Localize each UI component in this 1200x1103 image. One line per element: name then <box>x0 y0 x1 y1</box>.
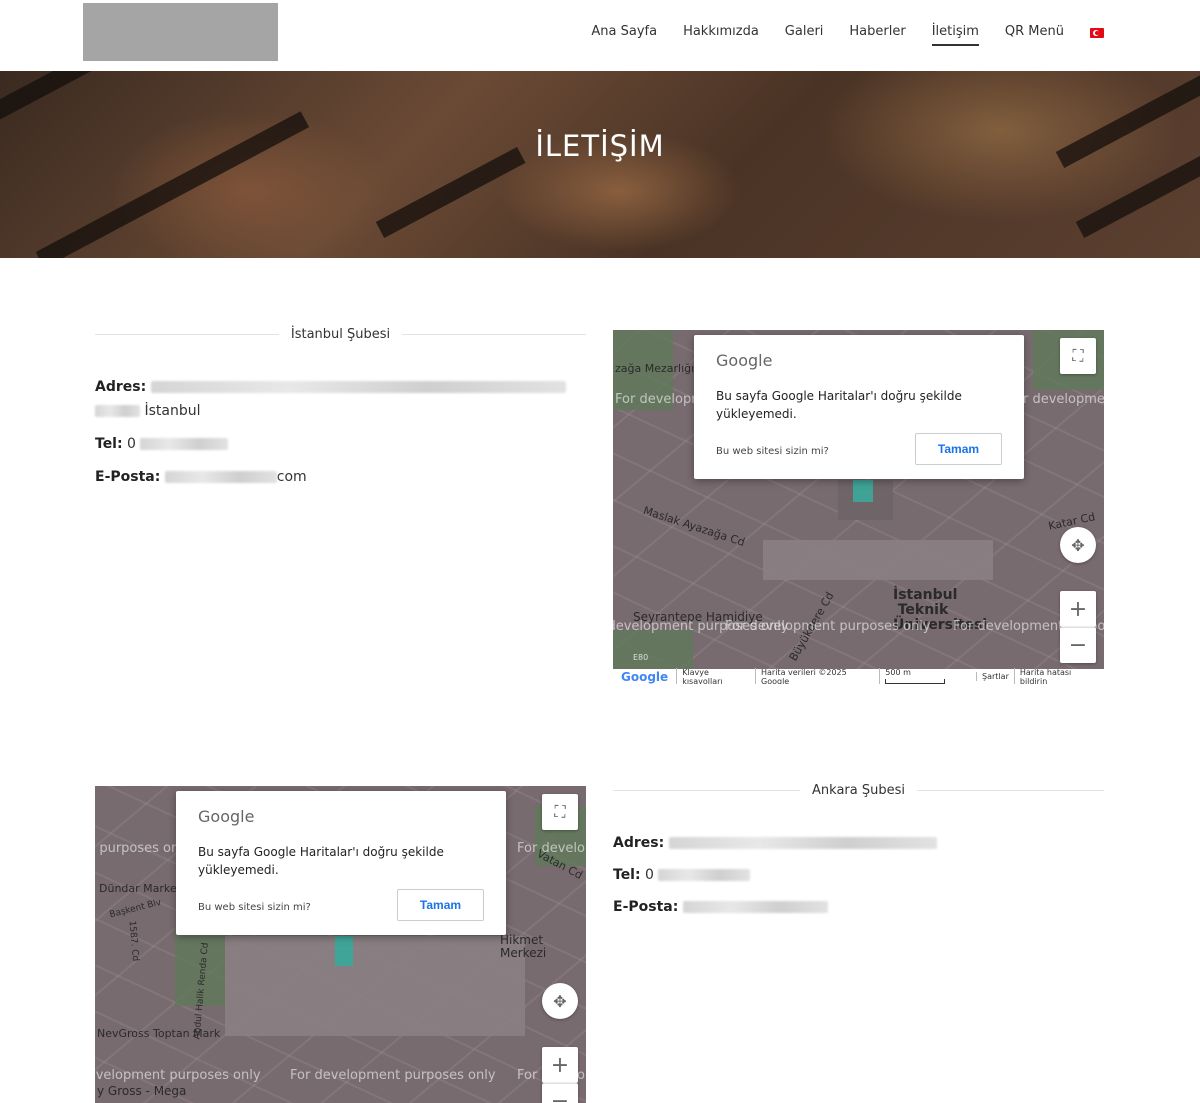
nav-hakkimizda[interactable]: Hakkımızda <box>683 24 759 44</box>
nav-ana-sayfa[interactable]: Ana Sayfa <box>591 24 657 44</box>
turkish-flag-icon[interactable] <box>1090 28 1104 38</box>
zoom-out-icon[interactable]: − <box>542 1083 578 1103</box>
camera-control-icon[interactable]: ✥ <box>1060 527 1096 563</box>
ankara-phone: Tel: 0 <box>613 863 1093 887</box>
zoom-out-icon[interactable]: − <box>1060 627 1096 663</box>
fullscreen-icon[interactable]: ⛶ <box>1060 338 1096 374</box>
fullscreen-icon[interactable]: ⛶ <box>542 794 578 830</box>
site-owner-link[interactable]: Bu web sitesi sizin mi? <box>198 902 311 913</box>
map-error-message: Bu sayfa Google Haritalar'ı doğru şekild… <box>716 389 962 421</box>
nav-iletisim[interactable]: İletişim <box>931 24 979 46</box>
terms-link[interactable]: Şartlar <box>976 672 1014 681</box>
site-owner-link[interactable]: Bu web sitesi sizin mi? <box>716 446 829 457</box>
ankara-map[interactable]: Dündar Market Başkent Blv Hikmet Merkezi… <box>95 786 586 1103</box>
page-title: İLETİŞİM <box>535 129 665 163</box>
camera-control-icon[interactable]: ✥ <box>542 983 578 1019</box>
ok-button[interactable]: Tamam <box>397 889 484 921</box>
google-map-logo: Google <box>621 669 669 684</box>
google-logo: Google <box>716 351 773 370</box>
istanbul-email[interactable]: E-Posta: com <box>95 465 575 489</box>
top-navbar: Ana Sayfa Hakkımızda Galeri Haberler İle… <box>0 0 1200 71</box>
ankara-address: Adres: <box>613 831 1093 855</box>
istanbul-phone: Tel: 0 <box>95 432 575 456</box>
nav-galeri[interactable]: Galeri <box>785 24 824 44</box>
page-hero-banner: İLETİŞİM <box>0 71 1200 258</box>
ankara-contact-info: Adres: Tel: 0 E-Posta: <box>613 831 1093 919</box>
map-error-dialog: Google Bu sayfa Google Haritalar'ı doğru… <box>694 335 1024 479</box>
main-nav: Ana Sayfa Hakkımızda Galeri Haberler İle… <box>591 24 1104 46</box>
map-error-message: Bu sayfa Google Haritalar'ı doğru şekild… <box>198 845 444 877</box>
map-footer: Google Klavye kısayolları Harita veriler… <box>613 667 1104 684</box>
istanbul-address: Adres: İstanbul <box>95 375 575 423</box>
keyboard-shortcuts-link[interactable]: Klavye kısayolları <box>676 667 755 684</box>
istanbul-contact-info: Adres: İstanbul Tel: 0 E-Posta: com <box>95 375 575 489</box>
ok-button[interactable]: Tamam <box>915 433 1002 465</box>
ankara-branch-heading: Ankara Şubesi <box>613 783 1104 798</box>
site-logo[interactable] <box>83 3 278 61</box>
map-scale: 500 m <box>879 667 976 684</box>
map-error-dialog: Google Bu sayfa Google Haritalar'ı doğru… <box>176 791 506 935</box>
nav-haberler[interactable]: Haberler <box>849 24 905 44</box>
istanbul-map[interactable]: zağa Mezarlığı Maslak Ayazağa Cd Seyrant… <box>613 330 1104 684</box>
zoom-in-icon[interactable]: + <box>542 1047 578 1083</box>
istanbul-branch-heading: İstanbul Şubesi <box>95 327 586 342</box>
ankara-email[interactable]: E-Posta: <box>613 895 1093 919</box>
report-error-link[interactable]: Harita hatası bildirin <box>1013 667 1104 684</box>
nav-qr-menu[interactable]: QR Menü <box>1005 24 1064 44</box>
google-logo: Google <box>198 807 255 826</box>
zoom-in-icon[interactable]: + <box>1060 591 1096 627</box>
